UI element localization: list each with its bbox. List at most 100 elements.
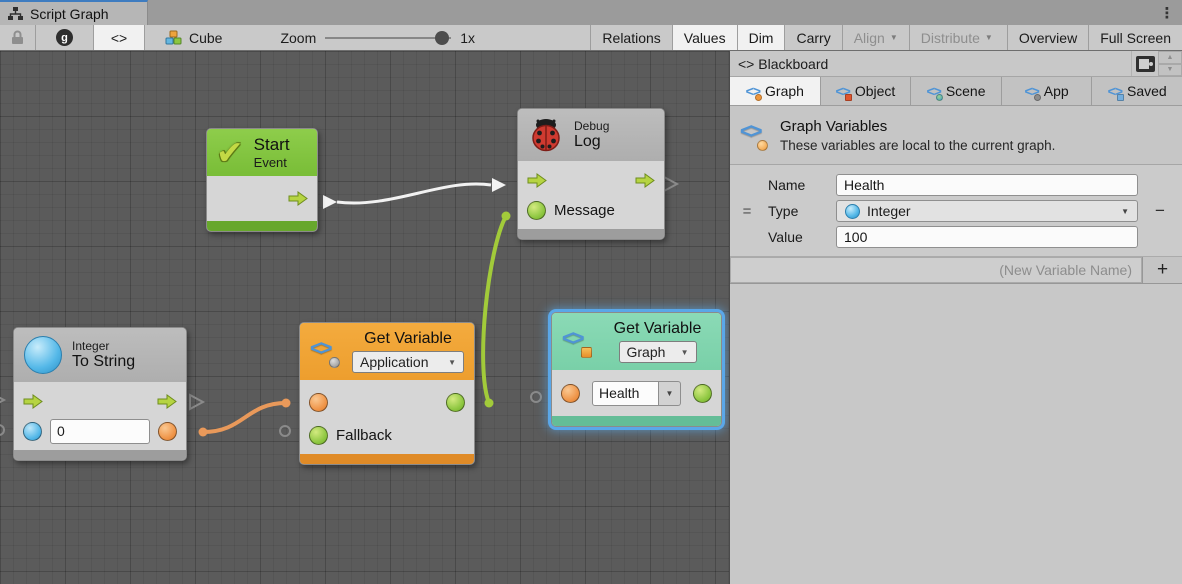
section-title: Graph Variables	[780, 118, 1055, 135]
variable-name-input[interactable]	[836, 174, 1138, 196]
code-view-toggle[interactable]: <>	[94, 25, 145, 50]
wire-tostring-to-getvar	[203, 403, 286, 432]
get-variable-icon: <>	[562, 327, 594, 357]
remove-variable-button[interactable]: −	[1138, 201, 1182, 221]
zoom-slider-knob[interactable]	[435, 31, 449, 45]
dock-button[interactable]	[1132, 51, 1158, 76]
fullscreen-button[interactable]: Full Screen	[1088, 25, 1182, 50]
node-get-variable-graph[interactable]: <> Get Variable Graph ▼ Health ▼	[551, 312, 722, 427]
zoom-slider[interactable]	[325, 25, 451, 51]
empty-flow-connector[interactable]	[664, 177, 677, 191]
flow-input-port[interactable]	[23, 394, 43, 409]
dropdown-arrow-icon: ▼	[890, 33, 898, 42]
sphere-badge-icon	[757, 140, 768, 151]
empty-value-connector[interactable]	[280, 426, 290, 436]
tab-title: Script Graph	[30, 6, 109, 22]
spinner-up-button[interactable]: ▲	[1158, 51, 1182, 64]
tab-saved[interactable]: <> Saved	[1092, 77, 1182, 105]
kebab-menu-icon[interactable]: ⋮	[1152, 0, 1182, 25]
variable-type-dropdown[interactable]: Integer ▼	[836, 200, 1138, 222]
flow-output-port[interactable]	[157, 394, 177, 409]
wire-getvar-to-message	[483, 216, 506, 403]
integer-type-icon	[845, 204, 860, 219]
tab-script-graph[interactable]: Script Graph	[0, 0, 148, 25]
spinner-down-button[interactable]: ▼	[1158, 64, 1182, 77]
name-label: Name	[764, 177, 836, 193]
zoom-control: Zoom 1x	[280, 25, 475, 50]
dim-button[interactable]: Dim	[737, 25, 785, 50]
graph-canvas[interactable]: ✔ Start Event	[0, 51, 729, 584]
dropdown-arrow-icon: ▼	[985, 33, 993, 42]
value-input-port-message[interactable]	[527, 201, 546, 220]
overview-button[interactable]: Overview	[1007, 25, 1088, 50]
variable-value-input[interactable]	[836, 226, 1138, 248]
inline-value-input[interactable]: 0	[50, 419, 150, 444]
tab-object[interactable]: <> Object	[821, 77, 912, 105]
relations-button[interactable]: Relations	[590, 25, 671, 50]
value-output-port-string[interactable]	[158, 422, 177, 441]
zoom-value: 1x	[460, 30, 475, 46]
node-title: To String	[72, 353, 176, 371]
flow-output-port[interactable]	[288, 191, 308, 206]
value-output-port[interactable]	[693, 384, 712, 403]
tab-app[interactable]: <> App	[1002, 77, 1093, 105]
blackboard-panel: <> Blackboard ▲ ▼ <> Graph <> Object <> …	[729, 51, 1182, 584]
blackboard-tabs: <> Graph <> Object <> Scene <> App <> Sa…	[730, 77, 1182, 106]
target-object[interactable]: Cube	[165, 25, 222, 50]
value-input-port-name[interactable]	[561, 384, 580, 403]
tab-scene[interactable]: <> Scene	[911, 77, 1002, 105]
get-variable-icon: <>	[310, 337, 342, 367]
value-input-port-fallback[interactable]	[309, 426, 328, 445]
node-debug-log[interactable]: Debug Log Message	[517, 108, 665, 240]
align-button[interactable]: Align▼	[842, 25, 909, 50]
value-label: Value	[764, 229, 836, 245]
script-graph-window: Script Graph ⋮ g <> Cube Zoom 1x Relatio…	[0, 0, 1182, 584]
dock-icon	[1136, 56, 1155, 72]
lock-button[interactable]	[0, 25, 36, 50]
value-input-port-name[interactable]	[309, 393, 328, 412]
drag-handle[interactable]: =	[730, 203, 764, 220]
empty-flow-connector[interactable]	[0, 393, 4, 407]
value-output-port[interactable]	[446, 393, 465, 412]
integer-type-icon	[24, 336, 62, 374]
variable-scope-dropdown[interactable]: Graph ▼	[619, 341, 697, 363]
flow-input-port[interactable]	[527, 173, 547, 188]
wire-start-arrow	[323, 195, 337, 209]
dropdown-arrow-icon: ▼	[681, 348, 689, 357]
node-start-event[interactable]: ✔ Start Event	[206, 128, 318, 232]
value-input-port-integer[interactable]	[23, 422, 42, 441]
lock-icon	[11, 30, 24, 45]
variable-scope-dropdown[interactable]: Application ▼	[352, 351, 464, 373]
object-tab-icon: <>	[835, 83, 849, 99]
node-surtitle: Debug	[574, 119, 654, 133]
graph-variables-section-header: <> Graph Variables These variables are l…	[730, 106, 1182, 165]
variable-name-dropdown[interactable]: Health ▼	[592, 381, 681, 406]
wire-cap	[282, 399, 291, 408]
carry-button[interactable]: Carry	[784, 25, 841, 50]
node-title: Log	[574, 133, 654, 151]
empty-value-connector[interactable]	[531, 392, 541, 402]
checkmark-icon: ✔	[216, 136, 244, 169]
values-button[interactable]: Values	[672, 25, 737, 50]
dropdown-arrow-icon[interactable]: ▼	[659, 381, 681, 406]
empty-value-connector[interactable]	[0, 425, 4, 435]
graph-inspector-button[interactable]: g	[36, 25, 94, 50]
tab-graph[interactable]: <> Graph	[730, 77, 821, 105]
node-title: Get Variable	[604, 320, 711, 338]
add-variable-button[interactable]: +	[1142, 257, 1182, 283]
section-subtitle: These variables are local to the current…	[780, 138, 1055, 153]
empty-flow-connector[interactable]	[190, 395, 203, 409]
node-get-variable-application[interactable]: <> Get Variable Application ▼	[299, 322, 475, 465]
window-tab-bar: Script Graph ⋮	[0, 0, 1182, 25]
target-name: Cube	[189, 30, 222, 46]
variable-value-row: Value	[730, 226, 1182, 248]
node-integer-to-string[interactable]: Integer To String 0	[13, 327, 187, 461]
new-variable-input[interactable]	[730, 257, 1142, 283]
distribute-button[interactable]: Distribute▼	[909, 25, 1004, 50]
flow-output-port[interactable]	[635, 173, 655, 188]
zoom-label: Zoom	[280, 30, 316, 46]
node-subtitle: Event	[254, 155, 308, 170]
zoom-slider-track[interactable]	[325, 37, 451, 39]
variable-name-row: Name	[730, 174, 1182, 196]
cube-badge-icon	[581, 347, 592, 358]
